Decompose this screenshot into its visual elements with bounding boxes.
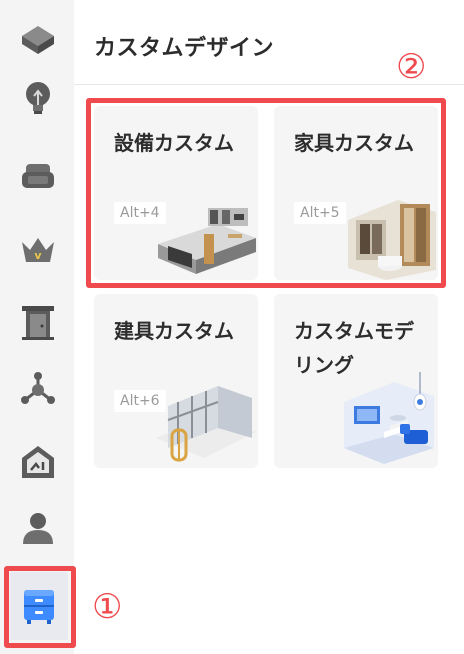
card-equipment-custom[interactable]: 設備カスタム Alt+4 [94, 106, 258, 280]
annotation-marker-1: ① [92, 587, 123, 627]
window-render-image [156, 386, 256, 462]
sidebar-item-cube[interactable] [12, 14, 64, 66]
card-title: 設備カスタム [114, 131, 234, 155]
crown-icon: v [22, 238, 54, 262]
sidebar-item-custom-design[interactable] [6, 568, 72, 644]
room-render-image [344, 372, 434, 464]
card-title: 建具カスタム [114, 319, 234, 343]
lightbulb-icon [26, 82, 50, 114]
door-icon [22, 306, 54, 340]
molecule-icon [21, 372, 55, 404]
cube-icon [22, 26, 54, 54]
annotation-marker-2: ② [396, 47, 427, 87]
sidebar-item-structure[interactable] [12, 364, 64, 416]
svg-text:v: v [34, 249, 42, 262]
card-furniture-custom[interactable]: 家具カスタム Alt+5 [274, 106, 438, 280]
sidebar-item-ai-design[interactable] [12, 436, 64, 488]
card-fittings-custom[interactable]: 建具カスタム Alt+6 [94, 294, 258, 468]
header-divider [74, 84, 464, 85]
closet-render-image [348, 200, 436, 280]
panel-title: カスタムデザイン [94, 36, 275, 61]
house-icon [22, 446, 54, 478]
sofa-icon [22, 164, 54, 188]
cabinet-icon [24, 590, 54, 624]
sidebar-item-furniture[interactable] [12, 150, 64, 202]
sidebar-item-doors[interactable] [12, 296, 64, 348]
kitchen-render-image [158, 208, 256, 274]
card-title: 家具カスタム [294, 131, 414, 155]
card-custom-modeling[interactable]: カスタムモデリング [274, 294, 438, 468]
sidebar-item-lighting[interactable] [12, 72, 64, 124]
sidebar-item-account[interactable] [12, 502, 64, 554]
sidebar-item-premium[interactable]: v [12, 224, 64, 276]
sidebar: v [0, 0, 74, 654]
person-icon [23, 513, 53, 544]
